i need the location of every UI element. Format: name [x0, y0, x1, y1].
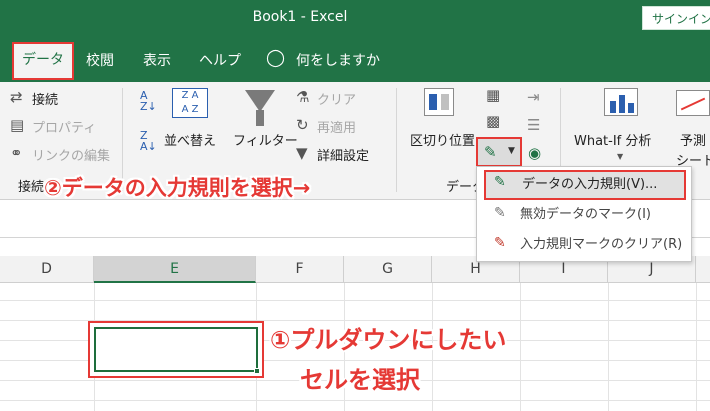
text-to-columns-icon	[424, 88, 454, 116]
grid-line	[520, 283, 521, 411]
grid-line	[0, 300, 710, 301]
tab-review[interactable]: 校閲	[86, 50, 114, 70]
filter-stem-icon	[256, 110, 264, 126]
forecast-sheet-icon	[676, 90, 710, 116]
menu-item-data-validation[interactable]: データの入力規則(V)...	[484, 170, 686, 200]
forecast-sheet-button[interactable]: 予測	[680, 130, 706, 149]
consolidate-icon[interactable]: ⇥	[527, 88, 540, 106]
edit-links-button[interactable]: リンクの編集	[32, 145, 110, 164]
advanced-filter-button[interactable]: 詳細設定	[317, 145, 369, 164]
fill-handle[interactable]	[254, 368, 260, 374]
chevron-down-icon: ▼	[617, 152, 624, 161]
column-header-g[interactable]: G	[344, 256, 432, 283]
manage-data-model-icon[interactable]: ◉	[528, 144, 541, 162]
data-validation-icon: ✎	[484, 143, 497, 161]
tab-view[interactable]: 表示	[143, 50, 171, 70]
filter-button[interactable]: フィルター	[233, 130, 298, 149]
connections-button[interactable]: 接続	[32, 89, 58, 108]
column-header-d[interactable]: D	[0, 256, 94, 283]
reapply-icon: ↻	[296, 116, 309, 134]
filter-funnel-icon	[245, 90, 275, 112]
tab-help[interactable]: ヘルプ	[199, 50, 241, 70]
lightbulb-icon: ◯	[266, 48, 286, 68]
group-divider	[396, 88, 397, 192]
data-validation-icon: ✎	[494, 174, 506, 190]
menu-item-clear-validation-circles[interactable]: 入力規則マークのクリア(R)	[484, 230, 684, 260]
column-header-f[interactable]: F	[256, 256, 344, 283]
annotation-step1-line2: セルを選択	[300, 366, 420, 394]
clear-circles-icon: ✎	[494, 235, 506, 251]
reapply-button[interactable]: 再適用	[317, 117, 356, 136]
grid-line	[608, 283, 609, 411]
selected-cell-e[interactable]	[94, 327, 258, 372]
tell-me-box[interactable]: 何をしますか	[296, 50, 380, 70]
sort-za-icon[interactable]: Z A↓	[140, 130, 157, 152]
signin-button[interactable]: サインイン	[642, 6, 710, 30]
grid-line	[0, 400, 710, 401]
sort-button[interactable]: 並べ替え	[164, 130, 216, 149]
flash-fill-icon[interactable]: ▦	[486, 86, 500, 104]
tab-data[interactable]: データ	[12, 42, 74, 80]
properties-button[interactable]: プロパティ	[32, 117, 96, 136]
chevron-down-icon: ▼	[508, 146, 515, 156]
circle-invalid-icon: ✎	[494, 205, 506, 221]
whatif-analysis-button[interactable]: What-If 分析	[574, 130, 651, 149]
column-header-e[interactable]: E	[94, 256, 256, 283]
grid-line	[696, 283, 697, 411]
advanced-filter-icon: ▼	[296, 144, 308, 162]
relationships-icon[interactable]: ☰	[527, 116, 540, 134]
data-validation-button[interactable]: ✎ ▼	[476, 137, 522, 167]
annotation-step1-line1: ①プルダウンにしたい	[270, 326, 507, 354]
remove-duplicates-icon[interactable]: ▩	[486, 112, 500, 130]
text-to-columns-button[interactable]: 区切り位置	[410, 130, 475, 149]
clear-filter-button[interactable]: クリア	[317, 89, 356, 108]
window-title: Book1 - Excel	[252, 9, 348, 25]
menu-item-circle-invalid[interactable]: 無効データのマーク(I)	[484, 200, 684, 230]
clear-filter-icon: ⚗	[296, 88, 310, 106]
whatif-icon	[604, 88, 638, 116]
sort-az-icon[interactable]: A Z↓	[140, 90, 157, 112]
edit-links-icon: ⚭	[10, 144, 23, 162]
connection-icon: ⇄	[10, 88, 23, 106]
annotation-step2: ②データの入力規則を選択→	[44, 176, 311, 200]
sort-dialog-icon: Z AA Z	[172, 88, 208, 118]
properties-icon: ▤	[10, 116, 25, 134]
group-label-connections: 接続	[18, 180, 45, 195]
